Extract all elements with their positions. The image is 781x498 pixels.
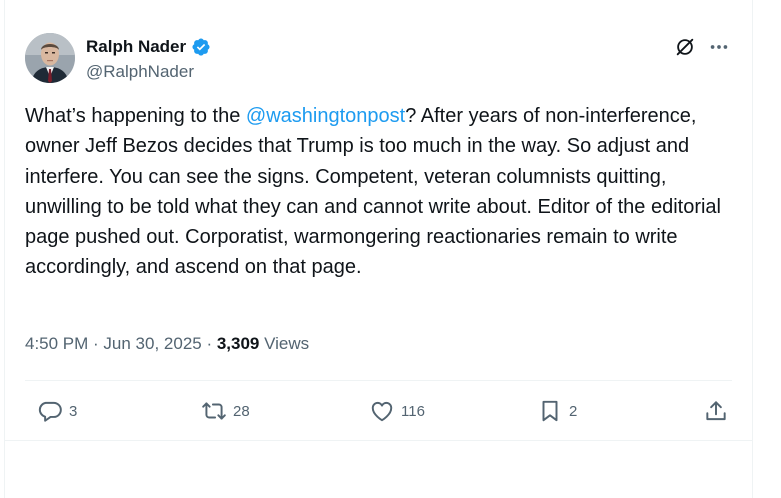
author-name-row: Ralph Nader <box>86 37 211 57</box>
bookmark-count: 2 <box>569 402 578 420</box>
tweet-text: What’s happening to the @washingtonpost?… <box>25 101 735 283</box>
avatar[interactable] <box>25 33 75 83</box>
tweet-text-rest: ? After years of non-interference, owner… <box>25 105 721 279</box>
tweet-time[interactable]: 4:50 PM <box>25 334 88 354</box>
like-button[interactable]: 116 <box>369 396 425 426</box>
grok-icon[interactable] <box>674 36 696 58</box>
like-count: 116 <box>401 402 425 420</box>
action-bar: 3 28 116 2 <box>25 396 732 426</box>
reply-button[interactable]: 3 <box>37 396 77 426</box>
tweet-date[interactable]: Jun 30, 2025 <box>103 334 201 354</box>
more-icon[interactable] <box>708 36 730 58</box>
tweet-meta: 4:50 PM · Jun 30, 2025 · 3,309 Views <box>25 334 309 354</box>
repost-count: 28 <box>233 402 250 420</box>
share-icon <box>703 398 729 424</box>
reply-icon <box>37 398 63 424</box>
tweet-text-start: What’s happening to the <box>25 105 246 127</box>
views-label: Views <box>259 334 310 353</box>
heart-icon <box>369 398 395 424</box>
tweet-card: Ralph Nader @RalphNader What’s happening… <box>4 0 753 498</box>
reply-count: 3 <box>69 402 78 420</box>
divider <box>25 380 732 381</box>
views-count: 3,309 <box>216 334 260 353</box>
author-name[interactable]: Ralph Nader <box>86 37 186 57</box>
bookmark-button[interactable]: 2 <box>537 396 577 426</box>
bookmark-icon <box>537 398 563 424</box>
meta-separator: · <box>88 334 104 353</box>
share-button[interactable] <box>703 396 729 426</box>
mention-link[interactable]: @washingtonpost <box>246 105 405 127</box>
repost-button[interactable]: 28 <box>201 396 250 426</box>
repost-icon <box>201 398 227 424</box>
card-bottom-border <box>5 440 752 441</box>
meta-separator: · <box>201 334 217 353</box>
author-handle[interactable]: @RalphNader <box>86 62 194 82</box>
verified-badge-icon <box>191 37 211 57</box>
tweet-top-actions <box>674 36 730 58</box>
